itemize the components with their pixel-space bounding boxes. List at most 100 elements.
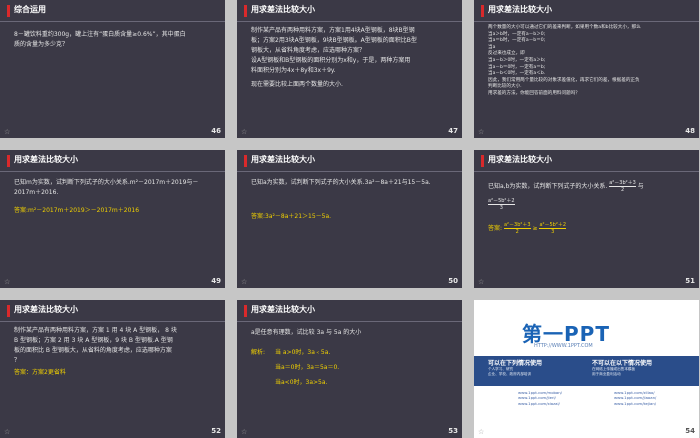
solution-line: 当 a>0时，3a﹤5a. xyxy=(275,349,331,356)
brand-url: HTTP://WWW.1PPT.COM xyxy=(534,343,593,349)
allowed-caption: 可以在下列情况使用 xyxy=(488,360,543,367)
fraction-denominator: 3 xyxy=(551,229,555,235)
body-line: 当a＝b时，一定有a－b＝0; xyxy=(488,38,546,44)
title-accent-bar xyxy=(7,5,10,17)
body-line: 钢板大，从省料角度考虑，应选哪种方案？ xyxy=(251,47,366,54)
star-icon: ☆ xyxy=(478,428,485,436)
body-line: 已知a为实数，试判断下列式子的大小关系.3a²－8a＋21与15－5a. xyxy=(251,179,431,186)
slide-thumbnail-52[interactable]: 用求差法比较大小 制作某产品有两种用料方案，方案 1 用 4 块 A 型钢板， … xyxy=(0,300,225,438)
solution-line: 当a<0时，3a>5a. xyxy=(275,379,328,386)
body-line: 8－罐饮料重约300g，罐上注有“蛋白质含量≥0.6%”，其中蛋白 xyxy=(14,31,186,38)
body-line: 现在需要比较上面两个数量的大小. xyxy=(251,81,343,88)
slide-thumbnail-46[interactable]: 综合运用 8－罐饮料重约300g，罐上注有“蛋白质含量≥0.6%”，其中蛋白 质… xyxy=(0,0,225,138)
allowed-item: 企业、学校、政府内部培训 xyxy=(488,372,532,376)
body-line: 板；方案2用3块A型钢板，9块B型钢板。A型钢板的面积比B型 xyxy=(251,37,417,44)
star-icon: ☆ xyxy=(4,428,11,436)
slide-header: 用求差法比较大小 xyxy=(0,150,225,172)
allowed-usage: 可以在下列情况使用 个人学习、研究 企业、学校、政府内部培训 xyxy=(488,358,578,377)
title-accent-bar xyxy=(7,305,10,317)
slide-thumbnail-49[interactable]: 用求差法比较大小 已知m为实数，试判断下列式子的大小关系.m²－2017m＋20… xyxy=(0,150,225,288)
slide-number: 53 xyxy=(448,427,458,435)
slide-number: 49 xyxy=(211,277,221,285)
slide-number: 51 xyxy=(685,277,695,285)
body-line: 料面积分别为4x＋8y和3x＋9y. xyxy=(251,67,336,74)
title-accent-bar xyxy=(481,5,484,17)
body-line: ？ xyxy=(14,357,21,364)
slide-number: 47 xyxy=(448,127,458,135)
body-line: 当a－b＞0时，一定有a＞b; xyxy=(488,57,546,63)
fraction-numerator: a²－3b²＋3 xyxy=(503,222,531,229)
fraction-numerator: a²－3b²＋3 xyxy=(609,180,636,187)
link-item[interactable]: www.1ppt.com/kejian/ xyxy=(614,401,656,406)
star-icon: ☆ xyxy=(241,128,248,136)
slide-number: 54 xyxy=(685,427,695,435)
forbidden-caption: 不可以在以下情况使用 xyxy=(592,360,653,367)
slide-title: 用求差法比较大小 xyxy=(488,5,552,14)
slide-body-fraction: a²－5b²＋2 3 xyxy=(488,198,691,213)
slide-header: 用求差法比较大小 xyxy=(0,300,225,322)
slide-header: 综合运用 xyxy=(0,0,225,22)
fraction: a²－5b²＋2 3 xyxy=(488,198,515,211)
slide-number: 50 xyxy=(448,277,458,285)
star-icon: ☆ xyxy=(241,428,248,436)
slide-title: 用求差法比较大小 xyxy=(14,155,78,164)
slide-body: 已知m为实数，试判断下列式子的大小关系.m²－2017m＋2019与－ 2017… xyxy=(14,178,217,198)
forbidden-usage: 不可以在以下情况使用 在网络上传播或出售本模板 用于商业盈利活动 xyxy=(592,358,692,377)
fraction-numerator: a²－5b²＋2 xyxy=(488,198,515,205)
fraction-denominator: 2 xyxy=(515,229,519,235)
slide-thumbnail-54[interactable]: 第一PPT HTTP://WWW.1PPT.COM 可以在下列情况使用 个人学习… xyxy=(474,300,699,438)
fraction-numerator: a²－5b²＋2 xyxy=(539,222,567,229)
answer-label: 答案: xyxy=(488,225,503,232)
slide-title: 用求差法比较大小 xyxy=(251,305,315,314)
title-accent-bar xyxy=(7,155,10,167)
body-line: 判断比较的大小. xyxy=(488,84,522,90)
fraction: a²－3b²＋3 2 xyxy=(503,222,531,235)
slide-title: 用求差法比较大小 xyxy=(251,155,315,164)
slide-thumbnail-50[interactable]: 用求差法比较大小 已知a为实数，试判断下列式子的大小关系.3a²－8a＋21与1… xyxy=(237,150,462,288)
body-line: 与 xyxy=(637,183,644,190)
link-item[interactable]: www.1ppt.com/xiazai/ xyxy=(518,401,562,406)
body-line: 质的含量为多少克？ xyxy=(14,41,69,48)
fraction: a²－5b²＋2 3 xyxy=(539,222,567,235)
body-line: 两个数量的大小可以通过它们的差来判断，如果用个数a和b比较大小，那么 xyxy=(488,25,641,30)
slide-header: 用求差法比较大小 xyxy=(474,150,699,172)
slide-title: 综合运用 xyxy=(14,5,46,14)
forbidden-item: 用于商业盈利活动 xyxy=(592,372,621,376)
star-icon: ☆ xyxy=(4,278,11,286)
slide-title: 用求差法比较大小 xyxy=(488,155,552,164)
star-icon: ☆ xyxy=(4,128,11,136)
fraction: a²－3b²＋3 2 xyxy=(609,180,636,193)
answer-text: 答案:m²－2017m＋2019＞－2017m＋2016 xyxy=(14,207,140,214)
title-accent-bar xyxy=(244,5,247,17)
title-accent-bar xyxy=(244,305,247,317)
slide-number: 46 xyxy=(211,127,221,135)
link-list: www.1ppt.com/ziliao/ www.1ppt.com/jiaoan… xyxy=(614,390,656,406)
slide-header: 用求差法比较大小 xyxy=(237,300,462,322)
slide-header: 用求差法比较大小 xyxy=(237,150,462,172)
fraction-denominator: 3 xyxy=(499,205,503,211)
slide-thumbnail-53[interactable]: 用求差法比较大小 a是任意有理数，试比较 3a 与 5a 的大小 解析: 当 a… xyxy=(237,300,462,438)
title-accent-bar xyxy=(481,155,484,167)
body-line: 2017m＋2016. xyxy=(14,189,59,196)
body-line: 已知m为实数，试判断下列式子的大小关系.m²－2017m＋2019与－ xyxy=(14,179,199,186)
body-line: 板的面积比 B 型钢板大，从省料的角度考虑，应选哪种方案 xyxy=(14,347,172,354)
slide-header: 用求差法比较大小 xyxy=(474,0,699,22)
slide-body: 8－罐饮料重约300g，罐上注有“蛋白质含量≥0.6%”，其中蛋白 质的含量为多… xyxy=(14,30,217,50)
answer-row: 答案: a²－3b²＋3 2 ≥ a²－5b²＋2 3 xyxy=(488,222,567,235)
star-icon: ☆ xyxy=(241,278,248,286)
solution-label: 解析: xyxy=(251,349,266,356)
body-line: a是任意有理数，试比较 3a 与 5a 的大小 xyxy=(251,329,362,336)
slide-body: a是任意有理数，试比较 3a 与 5a 的大小 xyxy=(251,328,454,338)
slide-body: 两个数量的大小可以通过它们的差来判断，如果用个数a和b比较大小，那么 当a＞b时… xyxy=(488,25,691,98)
slide-thumbnail-48[interactable]: 用求差法比较大小 两个数量的大小可以通过它们的差来判断，如果用个数a和b比较大小… xyxy=(474,0,699,138)
title-accent-bar xyxy=(244,155,247,167)
body-line: 已知a,b为实数，试判断下列式子的大小关系. xyxy=(488,183,608,190)
slide-body: 制作某产品有两种用料方案，方案 1 用 4 块 A 型钢板， 8 块 B 型钢板… xyxy=(14,326,217,366)
body-line: 设A型钢板和B型钢板的面积分别为x和y，于是，两种方案用 xyxy=(251,57,411,64)
slide-body: 制作某产品有两种用料方案，方案1用4块A型钢板，8块B型钢 板；方案2用3块A型… xyxy=(251,26,454,90)
slide-title: 用求差法比较大小 xyxy=(251,5,315,14)
slide-thumbnail-47[interactable]: 用求差法比较大小 制作某产品有两种用料方案，方案1用4块A型钢板，8块B型钢 板… xyxy=(237,0,462,138)
star-icon: ☆ xyxy=(478,128,485,136)
slide-thumbnail-51[interactable]: 用求差法比较大小 已知a,b为实数，试判断下列式子的大小关系. a²－3b²＋3… xyxy=(474,150,699,288)
body-line: 制作某产品有两种用料方案，方案1用4块A型钢板，8块B型钢 xyxy=(251,27,415,34)
